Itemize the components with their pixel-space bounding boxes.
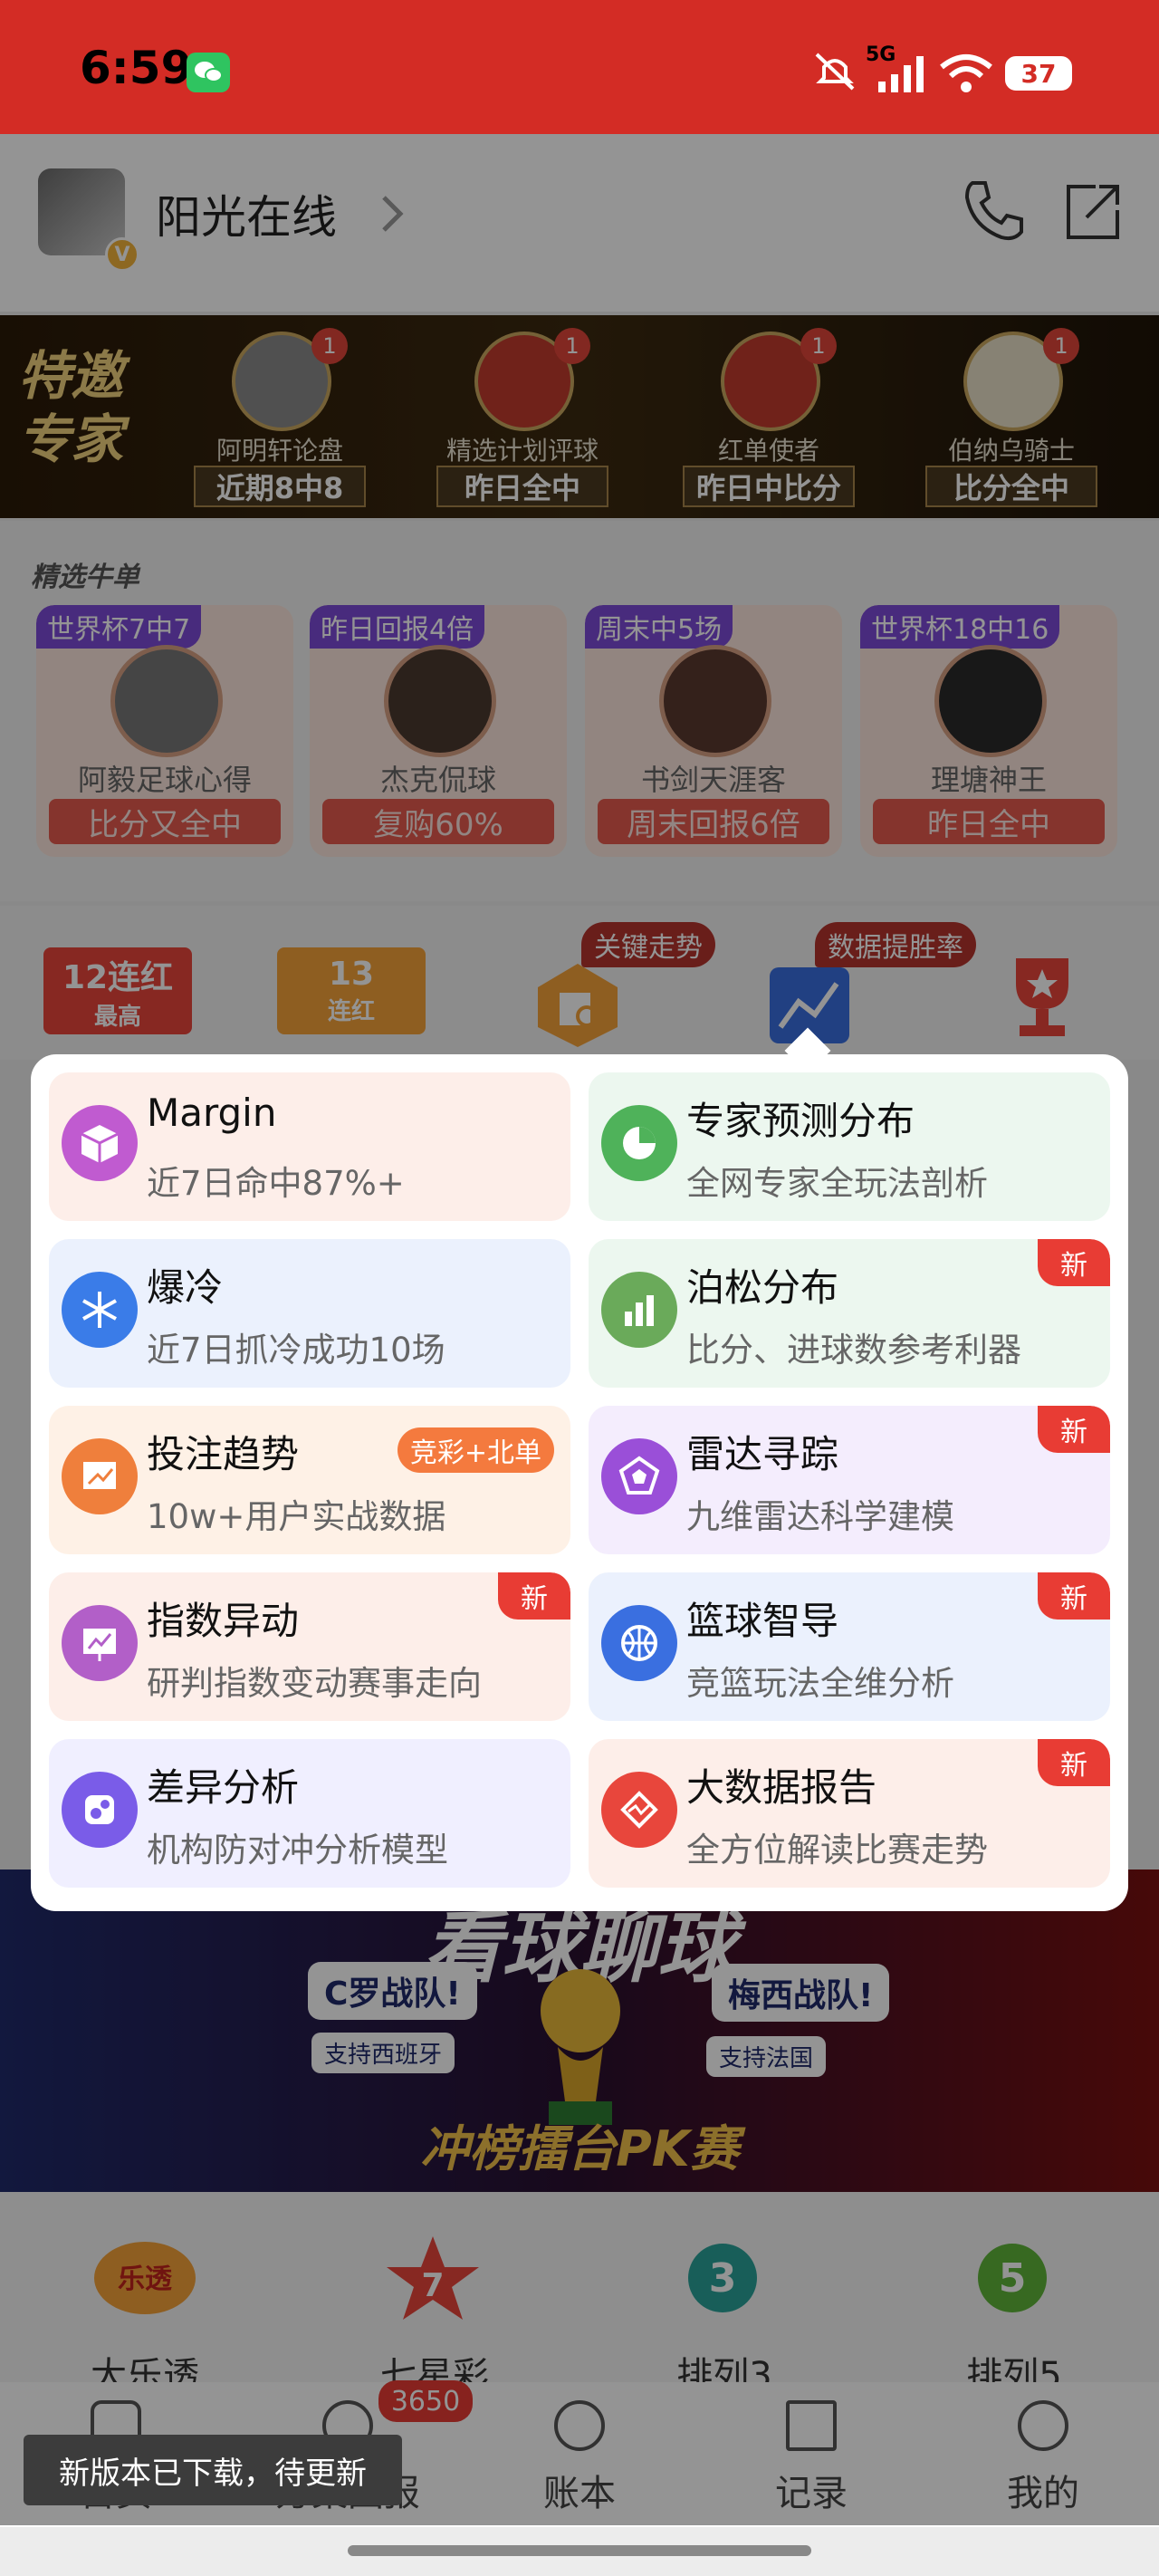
status-time: 6:59 [80, 42, 193, 94]
tool-subtitle: 机构防对冲分析模型 [147, 1831, 448, 1870]
tool-title: 差异分析 [147, 1765, 300, 1810]
tool-card-upset[interactable]: 爆冷 近7日抓冷成功10场 [49, 1239, 570, 1388]
new-badge: 新 [1038, 1739, 1110, 1786]
tool-title: 泊松分布 [686, 1265, 839, 1310]
battery-icon: 37 [1005, 56, 1072, 91]
tool-subtitle: 研判指数变动赛事走向 [147, 1664, 482, 1703]
tool-card-index-change[interactable]: 指数异动 研判指数变动赛事走向 新 [49, 1572, 570, 1721]
index-chart-icon [62, 1605, 138, 1681]
tool-card-bet-trend[interactable]: 投注趋势 10w+用户实战数据 竞彩+北单 [49, 1406, 570, 1554]
tool-subtitle: 近7日抓冷成功10场 [147, 1331, 445, 1370]
bar-chart-icon [601, 1272, 677, 1348]
wifi-icon [938, 53, 994, 98]
tool-title: 篮球智导 [686, 1599, 839, 1643]
tool-title: Margin [147, 1091, 277, 1135]
signal-icon [873, 56, 933, 96]
tool-subtitle: 比分、进球数参考利器 [686, 1331, 1021, 1370]
tool-subtitle: 近7日命中87%+ [147, 1164, 405, 1203]
mute-icon [811, 51, 858, 96]
tool-title: 大数据报告 [686, 1765, 877, 1810]
new-badge: 新 [1038, 1572, 1110, 1620]
tool-card-poisson[interactable]: 泊松分布 比分、进球数参考利器 新 [589, 1239, 1110, 1388]
cube-icon [62, 1105, 138, 1181]
tool-subtitle: 竞篮玩法全维分析 [686, 1664, 954, 1703]
tool-card-basketball[interactable]: 篮球智导 竞篮玩法全维分析 新 [589, 1572, 1110, 1721]
tool-card-difference[interactable]: 差异分析 机构防对冲分析模型 [49, 1739, 570, 1888]
new-badge: 新 [1038, 1406, 1110, 1453]
tool-card-big-data[interactable]: 大数据报告 全方位解读比赛走势 新 [589, 1739, 1110, 1888]
new-badge: 新 [498, 1572, 570, 1620]
tool-subtitle: 10w+用户实战数据 [147, 1497, 446, 1536]
tool-title: 爆冷 [147, 1265, 224, 1310]
basketball-icon [601, 1605, 677, 1681]
radar-icon [601, 1438, 677, 1514]
tool-card-radar[interactable]: 雷达寻踪 九维雷达科学建模 新 [589, 1406, 1110, 1554]
pie-chart-icon [601, 1105, 677, 1181]
tool-title: 指数异动 [147, 1599, 300, 1643]
analysis-icon [62, 1772, 138, 1848]
lottery-type-badge: 竞彩+北单 [397, 1427, 554, 1473]
update-toast: 新版本已下载，待更新 [24, 2435, 402, 2505]
wechat-icon [187, 53, 230, 92]
tool-title: 专家预测分布 [686, 1099, 915, 1143]
tool-subtitle: 全网专家全玩法剖析 [686, 1164, 988, 1203]
snowflake-icon [62, 1272, 138, 1348]
tool-card-margin[interactable]: Margin 近7日命中87%+ [49, 1072, 570, 1221]
tools-popover: Margin 近7日命中87%+ 专家预测分布 全网专家全玩法剖析 爆冷 近7日… [31, 1054, 1128, 1911]
tool-subtitle: 全方位解读比赛走势 [686, 1831, 988, 1870]
home-indicator[interactable] [348, 2545, 811, 2556]
report-icon [601, 1772, 677, 1848]
tool-card-expert-distribution[interactable]: 专家预测分布 全网专家全玩法剖析 [589, 1072, 1110, 1221]
tool-subtitle: 九维雷达科学建模 [686, 1497, 954, 1536]
tool-title: 雷达寻踪 [686, 1432, 839, 1476]
tool-title: 投注趋势 [147, 1432, 300, 1476]
new-badge: 新 [1038, 1239, 1110, 1286]
trend-board-icon [62, 1438, 138, 1514]
